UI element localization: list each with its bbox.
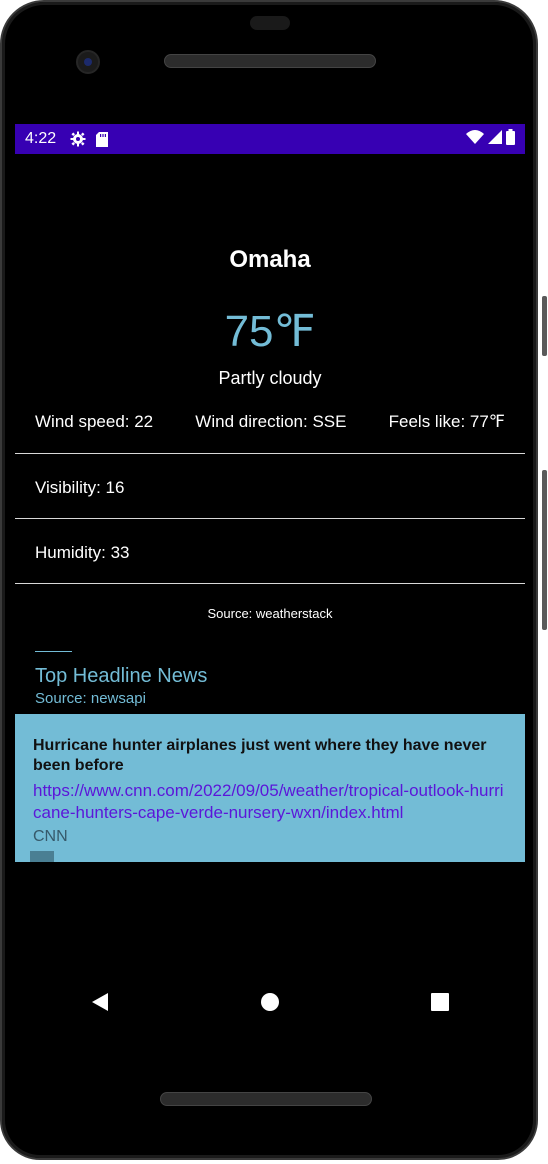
divider [15,453,525,454]
volume-button [542,296,547,356]
top-sensor [250,16,290,30]
power-button [542,470,547,630]
news-source: Source: newsapi [35,690,146,707]
divider [15,518,525,519]
status-icons-right [466,128,515,150]
sd-card-icon [96,131,109,147]
humidity: Humidity: 33 [35,543,130,562]
earpiece-speaker [164,54,376,68]
temperature: 75℉ [224,307,316,356]
back-icon[interactable] [80,984,120,1020]
news-accent-line [35,651,72,652]
wind-feels-row: Wind speed: 22 Wind direction: SSE Feels… [35,412,505,432]
news-heading: Top Headline News [35,665,208,687]
home-icon[interactable] [250,984,290,1020]
wind-speed: Wind speed: 22 [35,412,154,431]
front-camera-icon [76,50,100,74]
battery-icon [506,128,515,150]
recents-icon[interactable] [420,984,460,1020]
device-frame: 4:22 Omaha 75℉ Partly cloudy Wind speed:… [0,0,538,1160]
news-card[interactable]: Hurricane hunter airplanes just went whe… [15,714,525,862]
wind-direction: Wind direction: SSE [195,412,347,431]
status-bar: 4:22 [15,124,525,154]
divider [15,583,525,584]
article-source: CNN [33,828,68,845]
article-link[interactable]: https://www.cnn.com/2022/09/05/weather/t… [33,780,507,824]
wifi-icon [466,129,484,149]
status-time: 4:22 [25,130,57,147]
article-headline: Hurricane hunter airplanes just went whe… [33,737,487,774]
bottom-speaker [160,1092,372,1106]
city-name: Omaha [229,246,311,273]
article-thumbnail [30,851,54,862]
screen: 4:22 Omaha 75℉ Partly cloudy Wind speed:… [15,124,525,974]
weather-condition: Partly cloudy [218,368,322,388]
weather-source: Source: weatherstack [207,606,333,621]
signal-icon [488,129,502,149]
navigation-bar [15,984,525,1020]
feels-like: Feels like: 77℉ [388,412,505,431]
visibility: Visibility: 16 [35,478,125,497]
gear-icon [70,131,86,147]
